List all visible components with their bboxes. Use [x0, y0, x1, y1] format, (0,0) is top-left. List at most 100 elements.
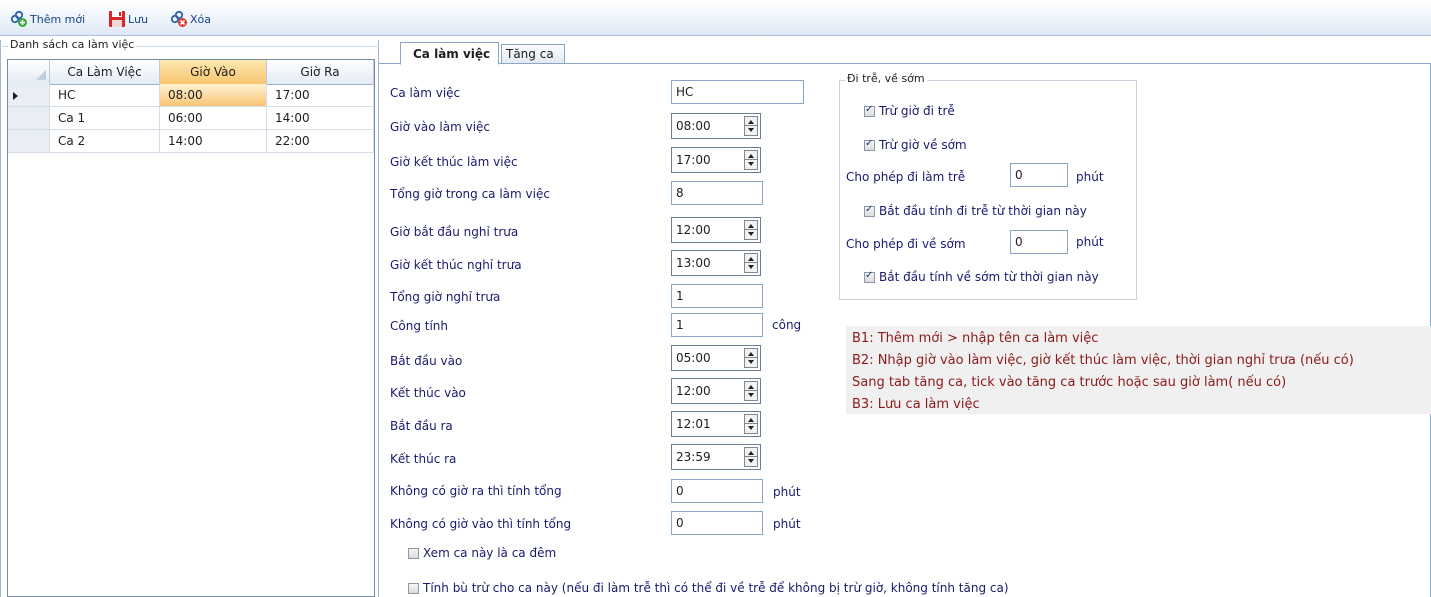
no-checkin-unit: phút [773, 517, 801, 531]
grid-corner[interactable] [8, 60, 50, 84]
add-icon [10, 10, 28, 28]
start-late-checkbox[interactable]: Bắt đầu tính đi trễ từ thời gian này [864, 204, 1087, 218]
column-header-shift[interactable]: Ca Làm Việc [50, 60, 160, 84]
deduct-late-label: Trừ giờ đi trễ [879, 104, 955, 118]
checkin-end-stepper[interactable]: 12:00 [671, 378, 761, 404]
night-shift-checkbox[interactable]: Xem ca này là ca đêm [408, 546, 556, 560]
start-early-checkbox[interactable]: Bắt đầu tính về sớm từ thời gian này [864, 270, 1099, 284]
column-header-out[interactable]: Giờ Ra [267, 60, 374, 84]
work-credit-input[interactable]: 1 [671, 313, 763, 337]
allow-early-unit: phút [1076, 235, 1104, 249]
no-checkout-input[interactable]: 0 [671, 479, 763, 503]
checkout-end-stepper[interactable]: 23:59 [671, 444, 761, 470]
spin-buttons-icon[interactable] [744, 150, 758, 170]
start-late-label: Bắt đầu tính đi trễ từ thời gian này [879, 204, 1087, 218]
add-button[interactable]: Thêm mới [10, 9, 85, 29]
checkbox-checked-icon [864, 138, 875, 151]
instruction-note: B1: Thêm mới > nhập tên ca làm việc B2: … [846, 326, 1431, 414]
lunch-total-input[interactable]: 1 [671, 284, 763, 308]
instruction-line: B2: Nhập giờ vào làm việc, giờ kết thúc … [852, 353, 1354, 368]
checkout-start-value: 12:01 [676, 417, 711, 431]
spin-buttons-icon[interactable] [744, 253, 758, 273]
instruction-line: Sang tab tăng ca, tick vào tăng ca trước… [852, 375, 1287, 390]
end-time-label: Giờ kết thúc làm việc [390, 155, 518, 169]
allow-late-label: Cho phép đi làm trễ [846, 170, 966, 184]
start-time-label: Giờ vào làm việc [390, 120, 491, 134]
checkbox-checked-icon [864, 270, 875, 283]
table-cell-in[interactable]: 08:00 [160, 84, 267, 107]
table-cell-out[interactable]: 17:00 [267, 84, 374, 107]
row-selector[interactable] [8, 130, 50, 153]
table-cell-shift[interactable]: HC [50, 84, 160, 107]
end-time-stepper[interactable]: 17:00 [671, 147, 761, 173]
table-cell-out[interactable]: 14:00 [267, 107, 374, 130]
total-hours-label: Tổng giờ trong ca làm việc [390, 187, 550, 201]
late-early-legend: Đi trễ, về sớm [845, 72, 927, 85]
checkin-start-stepper[interactable]: 05:00 [671, 345, 761, 371]
no-checkin-input[interactable]: 0 [671, 511, 763, 535]
save-icon [108, 10, 126, 28]
checkout-end-label: Kết thúc ra [390, 452, 457, 466]
delete-icon [170, 10, 188, 28]
toolbar: Thêm mới Lưu Xóa [0, 0, 1431, 36]
total-hours-input[interactable]: 8 [671, 181, 763, 205]
checkin-end-value: 12:00 [676, 384, 711, 398]
column-header-in[interactable]: Giờ Vào [160, 60, 267, 84]
compensate-checkbox[interactable]: Tính bù trừ cho ca này (nếu đi làm trễ t… [408, 581, 1009, 595]
lunch-start-stepper[interactable]: 12:00 [671, 217, 761, 243]
checkout-start-stepper[interactable]: 12:01 [671, 411, 761, 437]
delete-button[interactable]: Xóa [170, 9, 211, 29]
spin-buttons-icon[interactable] [744, 414, 758, 434]
instruction-line: B3: Lưu ca làm việc [852, 397, 980, 412]
no-checkout-label: Không có giờ ra thì tính tổng [390, 484, 562, 498]
shift-name-input[interactable]: HC [671, 80, 804, 104]
start-time-stepper[interactable]: 08:00 [671, 113, 761, 139]
tab-shift[interactable]: Ca làm việc [400, 42, 499, 65]
row-selector[interactable] [8, 107, 50, 130]
checkbox-icon [408, 547, 419, 559]
shift-list-title: Danh sách ca làm việc [8, 38, 137, 51]
spin-buttons-icon[interactable] [744, 381, 758, 401]
lunch-end-value: 13:00 [676, 256, 711, 270]
deduct-early-checkbox[interactable]: Trừ giờ về sớm [864, 138, 967, 152]
work-credit-label: Công tính [390, 319, 449, 333]
checkbox-checked-icon [864, 204, 875, 217]
tab-overtime[interactable]: Tăng ca [501, 44, 565, 64]
table-cell-shift[interactable]: Ca 1 [50, 107, 160, 130]
checkbox-checked-icon [864, 104, 875, 117]
add-button-label: Thêm mới [30, 12, 86, 26]
checkout-end-value: 23:59 [676, 450, 711, 464]
save-button-label: Lưu [128, 12, 149, 26]
delete-button-label: Xóa [190, 12, 212, 26]
allow-late-input[interactable]: 0 [1010, 163, 1068, 187]
spin-buttons-icon[interactable] [744, 447, 758, 467]
spin-buttons-icon[interactable] [744, 116, 758, 136]
checkbox-icon [408, 582, 419, 594]
shift-name-label: Ca làm việc [390, 86, 461, 100]
current-row-indicator-icon [13, 92, 18, 100]
deduct-late-checkbox[interactable]: Trừ giờ đi trễ [864, 104, 955, 118]
no-checkout-unit: phút [773, 485, 801, 499]
no-checkin-label: Không có giờ vào thì tính tổng [390, 517, 572, 531]
deduct-early-label: Trừ giờ về sớm [879, 138, 967, 152]
allow-early-input[interactable]: 0 [1010, 230, 1068, 254]
table-cell-shift[interactable]: Ca 2 [50, 130, 160, 153]
work-credit-unit: công [772, 318, 802, 332]
allow-late-unit: phút [1076, 170, 1104, 184]
checkin-end-label: Kết thúc vào [390, 386, 466, 400]
checkin-start-value: 05:00 [676, 351, 711, 365]
allow-early-label: Cho phép đi về sớm [846, 237, 966, 251]
checkout-start-label: Bắt đầu ra [390, 419, 453, 433]
spin-buttons-icon[interactable] [744, 220, 758, 240]
grid-header: Ca Làm Việc Giờ Vào Giờ Ra [8, 60, 374, 85]
save-button[interactable]: Lưu [108, 9, 148, 29]
spin-buttons-icon[interactable] [744, 348, 758, 368]
lunch-total-label: Tổng giờ nghỉ trưa [390, 290, 501, 304]
checkin-start-label: Bắt đầu vào [390, 354, 463, 368]
table-cell-in[interactable]: 06:00 [160, 107, 267, 130]
table-cell-in[interactable]: 14:00 [160, 130, 267, 153]
compensate-label: Tính bù trừ cho ca này (nếu đi làm trễ t… [423, 581, 1009, 595]
table-cell-out[interactable]: 22:00 [267, 130, 374, 153]
lunch-end-stepper[interactable]: 13:00 [671, 250, 761, 276]
row-selector[interactable] [8, 84, 50, 107]
